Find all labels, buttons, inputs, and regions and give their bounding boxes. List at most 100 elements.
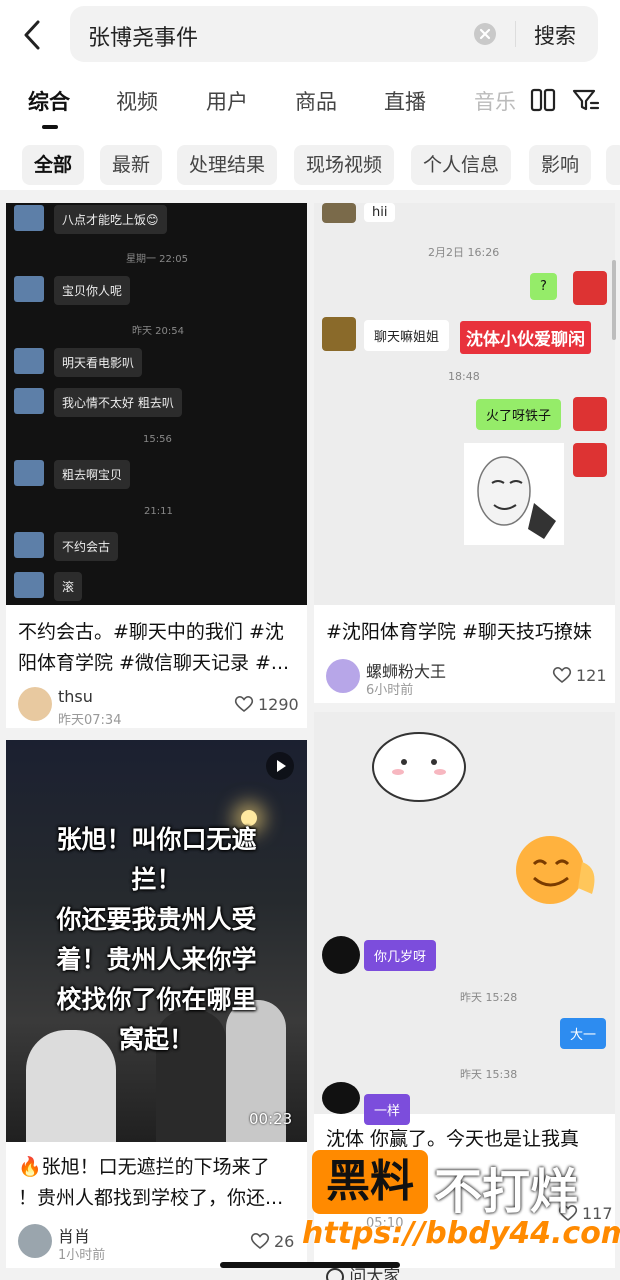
chat-bubble: hii	[364, 203, 396, 222]
chat-bubble: 一样	[364, 1094, 411, 1125]
caption-line: 不约会古。#聊天中的我们 #沈	[18, 621, 284, 643]
clear-icon[interactable]	[474, 23, 496, 45]
chat-bubble: 火了呀铁子	[476, 399, 562, 430]
card-caption[interactable]: 🔥张旭！口无遮拦的下场来了 ！贵州人都找到学校了，你还...	[18, 1152, 303, 1214]
title-banner: 沈体小伙爱聊闲	[460, 321, 591, 354]
play-icon[interactable]	[266, 752, 294, 780]
chip-result[interactable]: 处理结果	[177, 145, 278, 185]
author-avatar[interactable]	[326, 659, 360, 693]
chip-all[interactable]: 全部	[22, 145, 85, 185]
avatar	[322, 203, 356, 223]
chat-bubble: 你几岁呀	[364, 940, 437, 971]
overlay-line: 窝起！	[118, 1025, 194, 1054]
avatar	[14, 348, 44, 374]
tab-indicator	[42, 125, 58, 129]
chat-bubble: ?	[530, 273, 557, 300]
avatar	[14, 532, 44, 558]
overlay-line: 张旭！叫你口无遮	[56, 825, 257, 854]
tab-music[interactable]: 音乐	[474, 86, 516, 116]
watermark-slogan: 不打烊	[434, 1164, 579, 1220]
search-button[interactable]: 搜索	[534, 20, 576, 50]
tab-goods[interactable]: 商品	[295, 86, 337, 116]
caption-line: ！贵州人都找到学校了，你还...	[18, 1187, 284, 1209]
chat-time: 2月2日 16:26	[428, 246, 500, 259]
watermark-url: https://bbdy44.com	[302, 1216, 620, 1251]
chat-bubble: 不约会古	[54, 532, 119, 561]
chat-bubble: 我心情不太好 粗去叭	[54, 388, 182, 417]
chat-time: 21:11	[144, 506, 173, 517]
chat-bubble: 八点才能吃上饭😊	[54, 205, 167, 234]
ask-everyone-label: 问大家	[349, 1267, 401, 1280]
heart-icon[interactable]	[234, 695, 254, 713]
chip-scene-video[interactable]: 现场视频	[294, 145, 395, 185]
post-time: 6小时前	[366, 683, 414, 698]
home-indicator[interactable]	[220, 1262, 400, 1268]
avatar	[14, 276, 44, 302]
caption-line: 🔥张旭！口无遮拦的下场来了	[18, 1156, 270, 1178]
avatar	[573, 271, 607, 305]
card-caption[interactable]: #沈阳体育学院 #聊天技巧撩妹	[326, 617, 592, 648]
smile-emoji-icon	[516, 836, 595, 904]
chip-impact[interactable]: 影响	[529, 145, 592, 185]
tab-user[interactable]: 用户	[206, 86, 248, 116]
tab-comprehensive[interactable]: 综合	[28, 86, 70, 116]
video-duration: 00:23	[249, 1110, 293, 1128]
video-overlay-text: 张旭！叫你口无遮 拦！ 你还要我贵州人受 着！贵州人来你学 校找你了你在哪里 窝…	[6, 820, 307, 1060]
chip-more[interactable]	[606, 145, 620, 185]
avatar	[14, 388, 44, 414]
video-thumbnail[interactable]: 张旭！叫你口无遮 拦！ 你还要我贵州人受 着！贵州人来你学 校找你了你在哪里 窝…	[6, 740, 307, 1142]
overlay-line: 校找你了你在哪里	[56, 985, 257, 1014]
search-divider	[515, 21, 516, 47]
avatar	[14, 205, 44, 231]
back-arrow-icon[interactable]	[18, 18, 48, 52]
avatar	[322, 317, 356, 351]
filter-icon[interactable]	[572, 88, 600, 112]
chat-bubble: 粗去啊宝贝	[54, 460, 131, 489]
question-icon	[326, 1268, 344, 1280]
search-query[interactable]: 张博尧事件	[88, 20, 198, 52]
tab-video[interactable]: 视频	[116, 86, 158, 116]
chat-screenshot-light: 你几岁呀 昨天 15:28 大一 昨天 15:38 一样	[314, 712, 615, 1125]
search-header: 张博尧事件 搜索 综合 视频 用户 商品 直播 音乐 全部 最新 处理结果 现场…	[0, 0, 620, 190]
card-caption[interactable]: 不约会古。#聊天中的我们 #沈 阳体育学院 #微信聊天记录 #...	[18, 617, 303, 679]
chat-time: 18:48	[448, 370, 480, 383]
avatar	[14, 572, 44, 598]
chat-screenshot-light: hii 2月2日 16:26 ? 聊天嘛姐姐 沈体小伙爱聊闲 18:48 火了呀…	[314, 203, 615, 605]
chip-personal-info[interactable]: 个人信息	[411, 145, 512, 185]
author-avatar[interactable]	[18, 687, 52, 721]
avatar	[14, 460, 44, 486]
chat-time: 昨天 15:38	[460, 1068, 518, 1081]
like-count: 121	[576, 666, 607, 685]
chat-bubble: 大一	[560, 1018, 607, 1049]
chat-time: 15:56	[143, 434, 172, 445]
chat-bubble: 滚	[54, 572, 83, 601]
meme-sticker	[464, 443, 564, 545]
scrollbar[interactable]	[612, 260, 616, 340]
like-count: 26	[274, 1232, 295, 1251]
feed-card[interactable]: 张旭！叫你口无遮 拦！ 你还要我贵州人受 着！贵州人来你学 校找你了你在哪里 窝…	[6, 740, 307, 1268]
author-avatar[interactable]	[18, 1224, 52, 1258]
post-time: 昨天07:34	[58, 713, 122, 728]
tab-live[interactable]: 直播	[384, 86, 426, 116]
layout-toggle-icon[interactable]	[530, 88, 556, 112]
avatar	[573, 397, 607, 431]
heart-icon[interactable]	[552, 666, 572, 684]
feed-card[interactable]: hii 2月2日 16:26 ? 聊天嘛姐姐 沈体小伙爱聊闲 18:48 火了呀…	[314, 203, 615, 703]
chat-time: 昨天 20:54	[132, 326, 184, 337]
search-input[interactable]: 张博尧事件 搜索	[70, 6, 598, 62]
chat-screenshot-dark: 八点才能吃上饭😊 星期一 22:05 宝贝你人呢 昨天 20:54 明天看电影叭…	[6, 203, 307, 605]
avatar	[322, 936, 360, 974]
heart-icon[interactable]	[250, 1232, 270, 1250]
chat-bubble: 聊天嘛姐姐	[364, 320, 450, 351]
chip-latest[interactable]: 最新	[100, 145, 163, 185]
author-name[interactable]: thsu	[58, 687, 93, 706]
overlay-line: 着！贵州人来你学	[56, 945, 257, 974]
feed-card[interactable]: 八点才能吃上饭😊 星期一 22:05 宝贝你人呢 昨天 20:54 明天看电影叭…	[6, 203, 307, 728]
avatar	[573, 443, 607, 477]
chat-bubble: 宝贝你人呢	[54, 276, 131, 305]
overlay-line: 你还要我贵州人受	[56, 905, 257, 934]
avatar	[322, 1082, 360, 1114]
post-time: 1小时前	[58, 1248, 106, 1263]
overlay-line: 拦！	[131, 865, 182, 894]
chat-time: 星期一 22:05	[126, 254, 188, 265]
